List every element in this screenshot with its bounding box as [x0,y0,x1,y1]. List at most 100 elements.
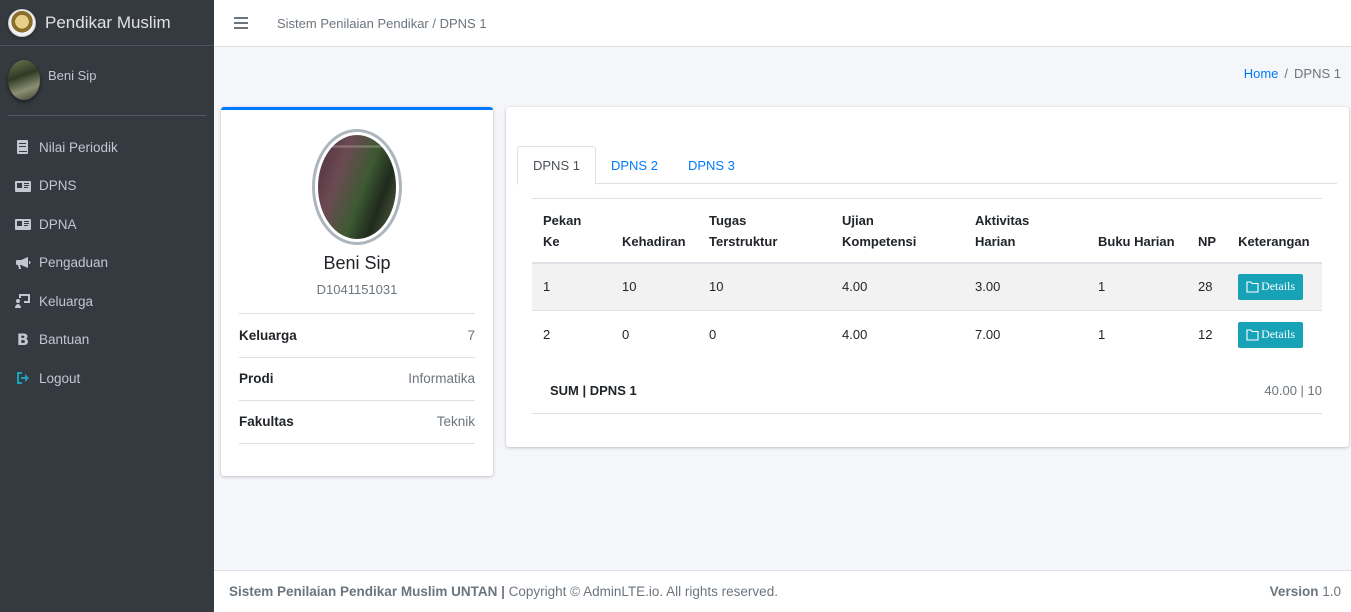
top-navbar: Sistem Penilaian Pendikar / DPNS 1 [214,0,1351,47]
breadcrumb-current: DPNS 1 [1294,66,1341,81]
profile-item-key: Keluarga [239,327,297,343]
profile-item-value: Teknik [436,414,475,430]
col-kehadiran: Kehadiran [611,198,698,264]
profile-name: Beni Sip [323,253,391,273]
cell-aktivitas: 3.00 [964,262,1087,311]
tab-dpns-3[interactable]: DPNS 3 [673,146,750,184]
profile-item-value: Informatika [408,371,475,387]
user-name-link[interactable]: Beni Sip [48,68,96,83]
sidebar-item-label: Pengaduan [39,255,109,271]
summary-label: SUM | DPNS 1 [550,383,637,398]
user-panel: Beni Sip [8,46,206,116]
header-line: Pekan [543,212,582,228]
col-buku-harian: Buku Harian [1087,198,1187,264]
sidebar-item-label: DPNS [39,178,77,194]
table-header-row: Pekan Ke Kehadiran Tugas Terstruktur Ujian… [532,198,1322,264]
main-footer: Sistem Penilaian Pendikar Muslim UNTAN |… [214,570,1351,612]
tab-bar: DPNS 1 DPNS 2 DPNS 3 [517,146,1337,185]
cell-buku: 1 [1087,310,1187,359]
main-sidebar: Pendikar Muslim Beni Sip Nilai Periodik … [0,0,214,612]
header-line: Terstruktur [709,233,778,249]
breadcrumb-home-link[interactable]: Home [1244,66,1279,81]
sidebar-item-label: Keluarga [39,293,94,309]
cell-ujian: 4.00 [831,262,964,311]
sidebar-item-pengaduan[interactable]: Pengaduan [0,244,214,283]
cell-tugas: 0 [698,310,831,359]
cell-tugas: 10 [698,262,831,311]
tab-dpns-1[interactable]: DPNS 1 [517,146,596,185]
id-card-icon [13,216,33,232]
footer-version: Version 1.0 [1270,584,1341,599]
profile-item-keluarga: Keluarga 7 [239,313,475,357]
header-line: Ujian [842,212,874,228]
sidebar-item-dpns[interactable]: DPNS [0,167,214,206]
breadcrumb-separator: / [1284,66,1289,81]
cell-buku: 1 [1087,262,1187,311]
sidebar-item-keluarga[interactable]: Keluarga [0,282,214,321]
footer-copyright-text: Copyright © AdminLTE.io. All rights rese… [508,584,778,599]
header-line: Tugas [709,212,747,228]
cell-np: 28 [1187,262,1228,311]
brand-link[interactable]: Pendikar Muslim [0,0,214,46]
bullhorn-icon [13,255,33,271]
page-title: Sistem Penilaian Pendikar / DPNS 1 [277,15,487,31]
cell-kehadiran: 0 [611,310,698,359]
sidebar-item-bantuan[interactable]: B Bantuan [0,321,214,360]
cell-ujian: 4.00 [831,310,964,359]
sidebar-item-label: Bantuan [39,332,90,348]
table-row: 1 10 10 4.00 3.00 1 28 Details [532,262,1322,311]
bold-b-icon: B [16,330,30,350]
header-line: Aktivitas [975,212,1030,228]
header-line: Kompetensi [842,233,917,249]
col-aktivitas-harian: Aktivitas Harian [964,198,1087,264]
profile-student-id: D1041151031 [316,282,398,297]
folder-open-icon [1246,329,1259,341]
id-card-icon [13,178,33,194]
cell-np: 12 [1187,310,1228,359]
footer-brand: Sistem Penilaian Pendikar Muslim UNTAN [229,584,498,599]
sidebar-item-label: DPNA [39,216,77,232]
grades-table: Pekan Ke Kehadiran Tugas Terstruktur Ujian… [532,198,1322,359]
details-label: Details [1261,279,1296,294]
summary-value: 40.00 | 10 [1264,383,1322,398]
footer-version-label: Version [1269,584,1319,599]
profile-image-frame [312,129,402,245]
profile-item-key: Prodi [239,371,274,387]
menu-toggle-icon[interactable] [234,17,248,29]
cell-keterangan: Details [1227,262,1322,311]
sidebar-nav: Nilai Periodik DPNS DPNA Pengaduan Kelua… [0,128,214,398]
breadcrumb: Home / DPNS 1 [1244,66,1341,81]
sidebar-item-dpna[interactable]: DPNA [0,205,214,244]
profile-photo [318,135,396,239]
details-button[interactable]: Details [1238,321,1304,348]
sidebar-item-logout[interactable]: Logout [0,359,214,398]
cell-keterangan: Details [1227,310,1322,359]
profile-details-list: Keluarga 7 Prodi Informatika Fakultas Tekni… [239,313,475,444]
col-ujian-kompetensi: Ujian Kompetensi [831,198,964,264]
cell-kehadiran: 10 [611,262,698,311]
brand-name: Pendikar Muslim [45,12,171,32]
profile-card: Beni Sip D1041151031 Keluarga 7 Prodi Info… [221,107,493,476]
table-row: 2 0 0 4.00 7.00 1 12 Details [532,310,1322,359]
col-np: NP [1187,198,1228,264]
col-pekan-ke: Pekan Ke [532,198,611,264]
chalkboard-user-icon [13,293,33,309]
profile-item-value: 7 [467,327,475,343]
details-button[interactable]: Details [1238,273,1304,300]
sign-out-icon [13,370,33,386]
tab-dpns-2[interactable]: DPNS 2 [596,146,673,184]
avatar[interactable] [8,60,40,100]
sidebar-item-label: Nilai Periodik [39,139,118,155]
university-seal-icon [8,8,36,37]
sidebar-item-nilai-periodik[interactable]: Nilai Periodik [0,128,214,167]
footer-separator: | [501,584,505,599]
profile-item-prodi: Prodi Informatika [239,356,475,401]
grades-card: DPNS 1 DPNS 2 DPNS 3 Pekan Ke Kehadiran T… [506,107,1349,447]
cell-pekan: 2 [532,310,611,359]
summary-row: SUM | DPNS 1 40.00 | 10 [532,368,1322,414]
cell-aktivitas: 7.00 [964,310,1087,359]
col-keterangan: Keterangan [1227,198,1322,264]
col-tugas-terstruktur: Tugas Terstruktur [698,198,831,264]
folder-open-icon [1246,281,1259,293]
details-label: Details [1261,327,1296,342]
